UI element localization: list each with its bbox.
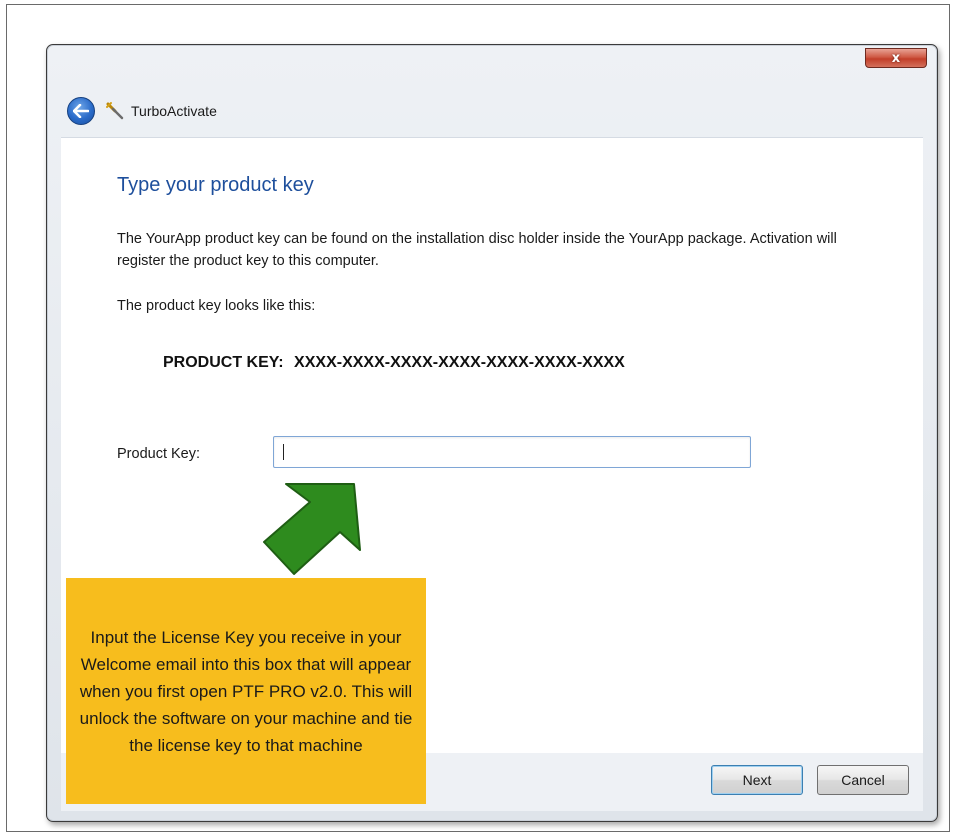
title-bar: TurboActivate	[67, 97, 217, 125]
close-icon: x	[891, 50, 901, 66]
product-key-example-label: PRODUCT KEY:	[163, 354, 284, 371]
product-key-example-value: XXXX-XXXX-XXXX-XXXX-XXXX-XXXX-XXXX	[294, 354, 625, 371]
next-button[interactable]: Next	[711, 765, 803, 795]
close-button[interactable]: x	[865, 48, 927, 68]
back-arrow-icon	[73, 104, 89, 118]
product-key-input[interactable]	[273, 436, 751, 468]
product-key-example: PRODUCT KEY: XXXX-XXXX-XXXX-XXXX-XXXX-XX…	[163, 354, 625, 372]
window-title: TurboActivate	[131, 103, 217, 119]
instruction-callout: Input the License Key you receive in you…	[66, 578, 426, 804]
page-heading: Type your product key	[117, 174, 314, 196]
example-intro-text: The product key looks like this:	[117, 298, 316, 314]
cancel-button[interactable]: Cancel	[817, 765, 909, 795]
description-text: The YourApp product key can be found on …	[117, 231, 837, 269]
turboactivate-app-icon	[105, 101, 125, 121]
text-caret	[283, 444, 284, 460]
callout-text: Input the License Key you receive in you…	[79, 627, 413, 755]
back-button[interactable]	[67, 97, 95, 125]
product-key-label: Product Key:	[117, 446, 201, 462]
green-arrow-icon	[263, 483, 361, 575]
